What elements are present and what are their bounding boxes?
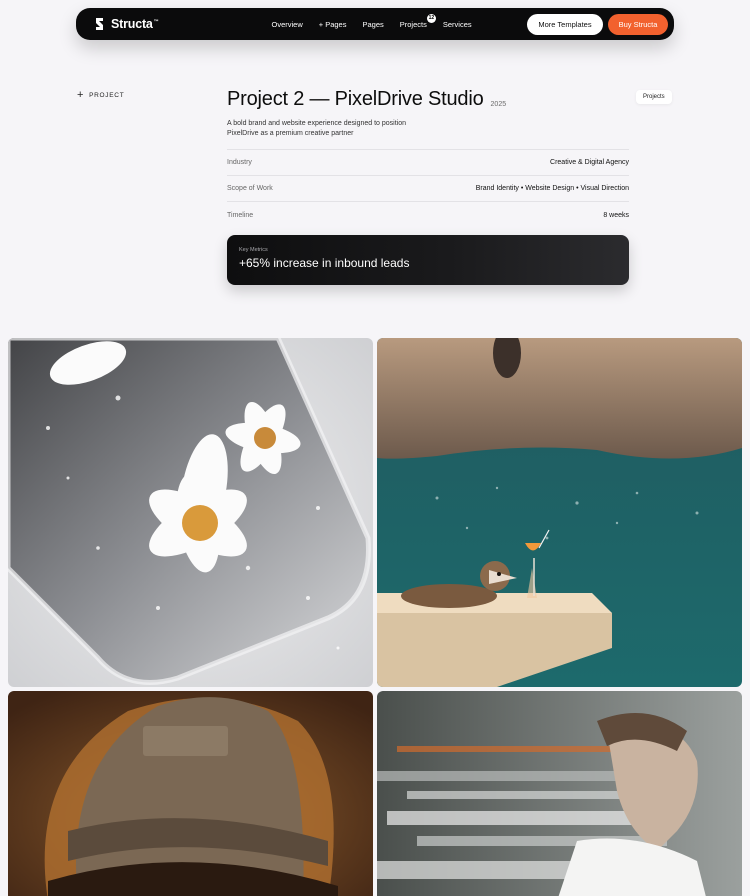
motion-blur-portrait-image [377, 691, 742, 896]
nav-link-services[interactable]: Services [443, 20, 472, 29]
nav-link-projects[interactable]: Projects 12 [400, 13, 436, 29]
daisies-in-water-image [8, 338, 373, 687]
structa-logo-icon [96, 18, 103, 30]
meta-key: Scope of Work [227, 185, 273, 192]
nav-actions: More Templates Buy Structa [527, 13, 668, 35]
project-meta-table: Industry Creative & Digital Agency Scope… [227, 149, 629, 228]
meta-key: Timeline [227, 211, 254, 219]
meta-value: Creative & Digital Agency [550, 159, 629, 166]
top-navigation-bar: Structa™ Overview + Pages Pages Projects… [76, 8, 674, 40]
project-info: Project 2 — PixelDrive Studio 2025 A bol… [227, 88, 629, 285]
plus-icon: + [77, 89, 85, 101]
nav-links: Overview + Pages Pages Projects 12 Servic… [271, 13, 472, 29]
meta-row-timeline: Timeline 8 weeks [227, 202, 629, 228]
nav-link-pages[interactable]: Pages [362, 20, 383, 29]
brand-name: Structa™ [111, 17, 159, 31]
buy-structa-button[interactable]: Buy Structa [608, 13, 668, 35]
meta-value: 8 weeks [603, 211, 629, 219]
cap-portrait-image [8, 691, 373, 896]
meta-row-scope: Scope of Work Brand Identity • Website D… [227, 176, 629, 202]
meta-row-industry: Industry Creative & Digital Agency [227, 150, 629, 176]
raccoon-by-sea-image [377, 338, 742, 687]
key-metrics-card: Key Metrics +65% increase in inbound lea… [227, 235, 629, 285]
brand-logo[interactable]: Structa™ [94, 17, 159, 31]
project-description: A bold brand and website experience desi… [227, 120, 407, 137]
page-title: Project 2 — PixelDrive Studio [227, 88, 484, 110]
key-metrics-value: +65% increase in inbound leads [239, 256, 410, 270]
section-label: + PROJECT [77, 90, 124, 101]
more-templates-button[interactable]: More Templates [527, 13, 603, 35]
title-row: Project 2 — PixelDrive Studio 2025 [227, 88, 629, 111]
projects-chip[interactable]: Projects [636, 90, 672, 104]
meta-value: Brand Identity • Website Design • Visual… [475, 185, 629, 192]
key-metrics-label: Key Metrics [239, 247, 268, 253]
section-label-text: PROJECT [89, 92, 125, 99]
project-year: 2025 [490, 101, 507, 108]
meta-key: Industry [227, 159, 252, 166]
nav-link-overview[interactable]: Overview [271, 20, 302, 29]
nav-link-plus-pages[interactable]: + Pages [319, 20, 347, 29]
projects-count-badge: 12 [426, 13, 436, 23]
